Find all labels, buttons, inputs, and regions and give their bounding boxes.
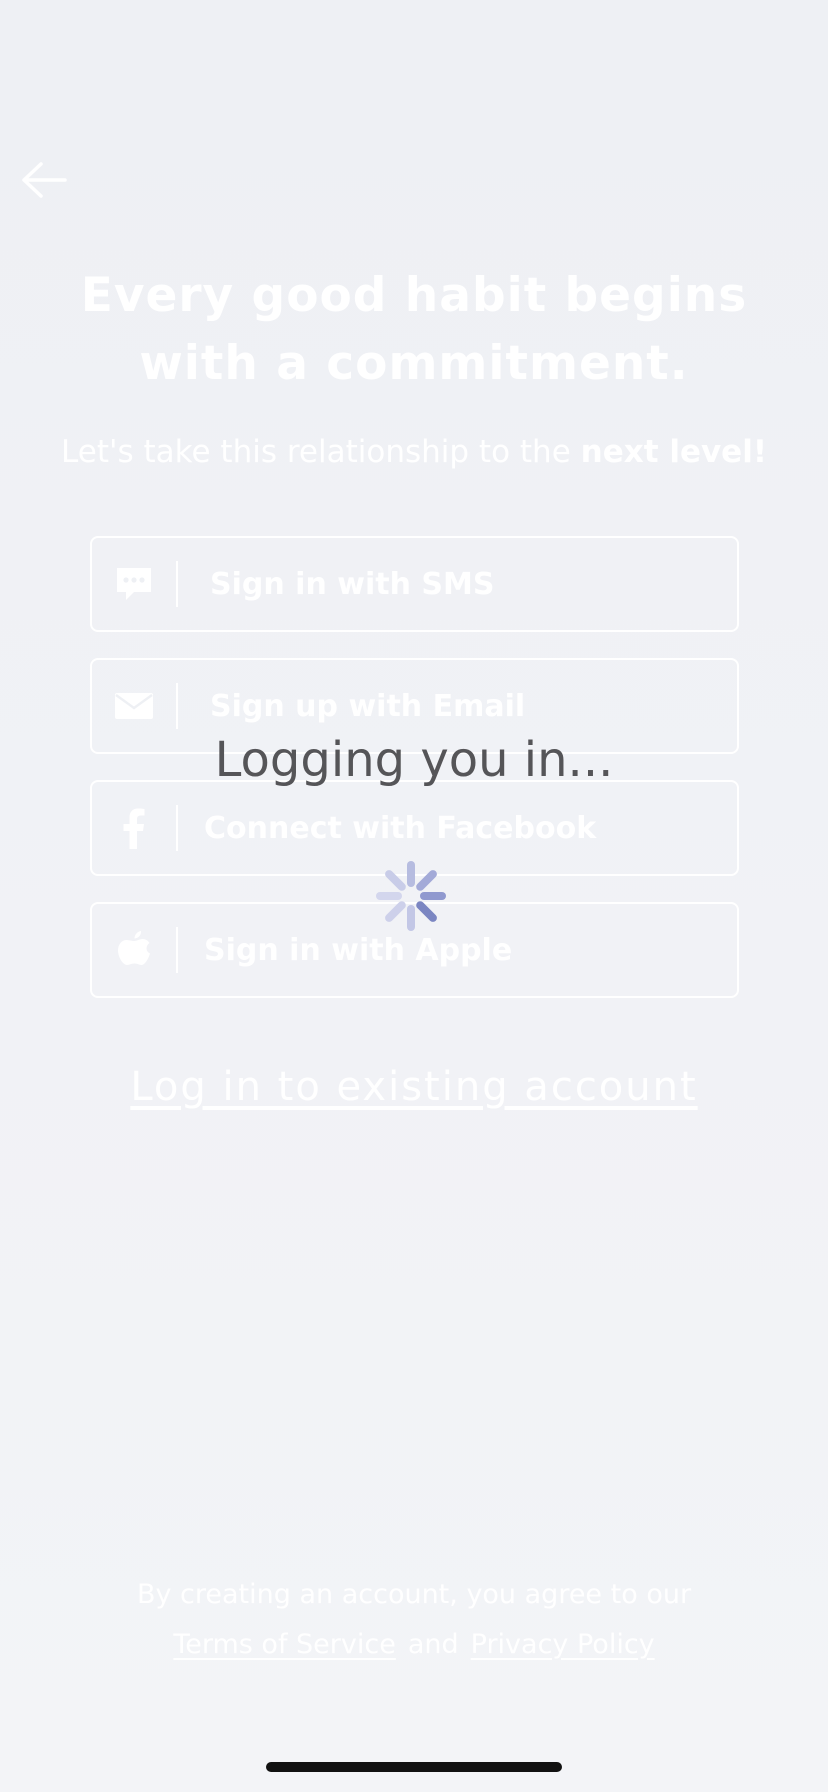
headline-line-2: with a commitment. (139, 336, 689, 391)
chat-bubble-icon (92, 536, 176, 632)
legal-and: and (407, 1629, 459, 1660)
email-signup-label: Sign up with Email (210, 688, 526, 724)
privacy-policy-link[interactable]: Privacy Policy (471, 1629, 655, 1660)
apple-signin-label: Sign in with Apple (204, 932, 513, 968)
subtitle-prefix: Let's take this relationship to the (61, 434, 581, 470)
arrow-left-icon (22, 162, 67, 198)
legal-line-1: By creating an account, you agree to our (136, 1579, 692, 1610)
sms-signin-label: Sign in with SMS (210, 566, 495, 602)
subtitle-bold: next level! (580, 434, 767, 470)
facebook-icon (92, 780, 176, 876)
terms-of-service-link[interactable]: Terms of Service (173, 1629, 396, 1660)
subtitle: Let's take this relationship to the next… (20, 432, 808, 472)
signup-screen: Every good habit begins with a commitmen… (0, 0, 828, 1792)
existing-account-link[interactable]: Log in to existing account (0, 1064, 828, 1110)
apple-icon (92, 902, 176, 998)
legal-notice: By creating an account, you agree to our… (0, 1570, 828, 1670)
loading-spinner-icon (376, 861, 446, 931)
loading-message: Logging you in... (214, 732, 614, 788)
legal-line-2: Terms of Service and Privacy Policy (0, 1620, 828, 1670)
home-indicator[interactable] (266, 1762, 562, 1772)
facebook-connect-label: Connect with Facebook (204, 810, 597, 846)
headline: Every good habit begins with a commitmen… (40, 262, 788, 398)
sms-signin-button[interactable]: Sign in with SMS (90, 536, 739, 632)
headline-line-1: Every good habit begins (80, 268, 748, 323)
back-button[interactable] (16, 156, 72, 204)
